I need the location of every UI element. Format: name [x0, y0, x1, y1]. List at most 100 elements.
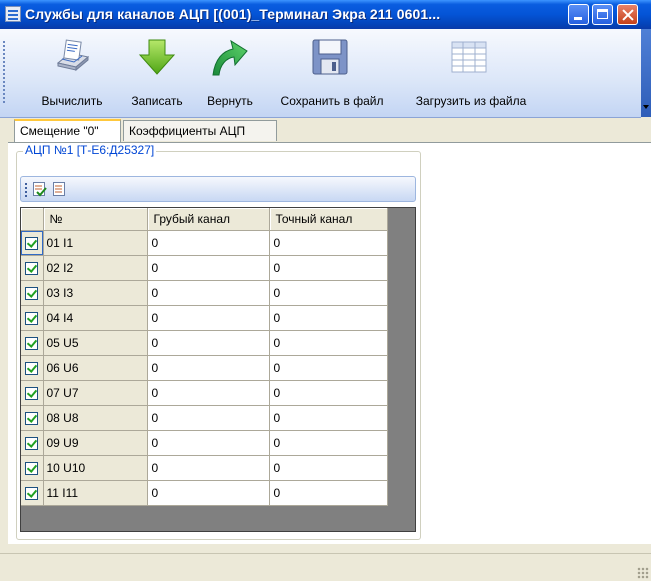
checkbox[interactable]	[25, 487, 39, 501]
channel-name: 02 I2	[43, 255, 148, 281]
table-row[interactable]: 02 I2 0 0	[21, 255, 388, 281]
offset-table: № Грубый канал Точный канал 01 I1 0 0 02	[21, 208, 388, 506]
row-checkbox-cell[interactable]	[21, 455, 44, 481]
coarse-value[interactable]: 0	[147, 305, 270, 331]
table-row[interactable]: 06 U6 0 0	[21, 355, 388, 381]
fine-value[interactable]: 0	[269, 230, 388, 256]
fine-value[interactable]: 0	[269, 280, 388, 306]
tab-adc-coefficients[interactable]: Коэффициенты АЦП	[123, 120, 277, 141]
fine-value[interactable]: 0	[269, 255, 388, 281]
row-checkbox-cell[interactable]	[21, 430, 44, 456]
column-header-check[interactable]	[21, 208, 44, 231]
window-title: Службы для каналов АЦП [(001)_Терминал Э…	[25, 6, 441, 22]
row-checkbox-cell[interactable]	[21, 480, 44, 506]
app-icon[interactable]	[5, 6, 21, 22]
table-row[interactable]: 04 I4 0 0	[21, 305, 388, 331]
checkbox[interactable]	[25, 387, 39, 401]
uncheck-all-icon[interactable]	[52, 182, 66, 197]
save-to-file-label: Сохранить в файл	[280, 94, 384, 108]
table-row[interactable]: 07 U7 0 0	[21, 380, 388, 406]
calculate-label: Вычислить	[41, 94, 103, 108]
maximize-button[interactable]	[592, 4, 613, 25]
checkbox[interactable]	[25, 287, 39, 301]
title-bar: Службы для каналов АЦП [(001)_Терминал Э…	[0, 0, 651, 29]
check-all-icon[interactable]	[33, 182, 47, 197]
table-row[interactable]: 05 U5 0 0	[21, 330, 388, 356]
fine-value[interactable]: 0	[269, 330, 388, 356]
row-checkbox-cell[interactable]	[21, 305, 44, 331]
table-row[interactable]: 03 I3 0 0	[21, 280, 388, 306]
status-bar	[0, 553, 651, 581]
adc-groupbox: АЦП №1 [Т-Е6:Д25327] № Грубый канал Точн…	[16, 143, 421, 540]
coarse-value[interactable]: 0	[147, 405, 270, 431]
checkbox[interactable]	[25, 412, 39, 426]
grid-toolbar-grip[interactable]	[25, 183, 27, 197]
write-label: Записать	[131, 94, 183, 108]
checkbox[interactable]	[25, 337, 39, 351]
channel-name: 03 I3	[43, 280, 148, 306]
table-row[interactable]: 08 U8 0 0	[21, 405, 388, 431]
revert-label: Вернуть	[207, 94, 253, 108]
fine-value[interactable]: 0	[269, 430, 388, 456]
checkbox[interactable]	[25, 262, 39, 276]
toolbar-overflow-button[interactable]	[641, 29, 651, 117]
coarse-value[interactable]: 0	[147, 280, 270, 306]
coarse-value[interactable]: 0	[147, 355, 270, 381]
table-row[interactable]: 11 I11 0 0	[21, 480, 388, 506]
coarse-value[interactable]: 0	[147, 255, 270, 281]
table-row[interactable]: 10 U10 0 0	[21, 455, 388, 481]
grid-toolbar	[20, 176, 416, 202]
channel-name: 06 U6	[43, 355, 148, 381]
fine-value[interactable]: 0	[269, 380, 388, 406]
channel-name: 09 U9	[43, 430, 148, 456]
fine-value[interactable]: 0	[269, 455, 388, 481]
row-checkbox-cell[interactable]	[21, 380, 44, 406]
checkbox[interactable]	[25, 437, 39, 451]
row-checkbox-cell[interactable]	[21, 355, 44, 381]
checkbox[interactable]	[25, 362, 39, 376]
coarse-value[interactable]: 0	[147, 380, 270, 406]
row-checkbox-cell[interactable]	[21, 330, 44, 356]
fine-value[interactable]: 0	[269, 480, 388, 506]
toolbar-grip[interactable]	[3, 41, 5, 105]
row-checkbox-cell[interactable]	[21, 280, 44, 306]
column-header-coarse[interactable]: Грубый канал	[147, 208, 270, 231]
table-header-row: № Грубый канал Точный канал	[21, 208, 388, 231]
fine-value[interactable]: 0	[269, 305, 388, 331]
fine-value[interactable]: 0	[269, 405, 388, 431]
write-button[interactable]: Записать	[121, 29, 193, 117]
close-button[interactable]	[617, 4, 638, 25]
coarse-value[interactable]: 0	[147, 480, 270, 506]
revert-button[interactable]: Вернуть	[197, 29, 263, 117]
offset-data-grid[interactable]: № Грубый канал Точный канал 01 I1 0 0 02	[20, 207, 416, 532]
coarse-value[interactable]: 0	[147, 430, 270, 456]
checkbox[interactable]	[25, 462, 39, 476]
checkbox[interactable]	[25, 312, 39, 326]
checkbox[interactable]	[25, 237, 39, 251]
row-checkbox-cell[interactable]	[21, 405, 44, 431]
column-header-number[interactable]: №	[43, 208, 148, 231]
channel-name: 11 I11	[43, 480, 148, 506]
row-checkbox-cell[interactable]	[21, 230, 44, 256]
channel-name: 05 U5	[43, 330, 148, 356]
coarse-value[interactable]: 0	[147, 455, 270, 481]
calculate-button[interactable]: Вычислить	[26, 29, 118, 117]
coarse-value[interactable]: 0	[147, 230, 270, 256]
write-down-arrow-icon	[138, 39, 176, 75]
groupbox-title: АЦП №1 [Т-Е6:Д25327]	[23, 143, 157, 157]
row-checkbox-cell[interactable]	[21, 255, 44, 281]
channel-name: 10 U10	[43, 455, 148, 481]
table-row[interactable]: 09 U9 0 0	[21, 430, 388, 456]
save-to-file-button[interactable]: Сохранить в файл	[267, 29, 397, 117]
main-toolbar: Вычислить Записать Вернуть Сохранить в ф…	[0, 29, 641, 118]
tab-content: АЦП №1 [Т-Е6:Д25327] № Грубый канал Точн…	[8, 142, 651, 545]
minimize-button[interactable]	[568, 4, 589, 25]
column-header-fine[interactable]: Точный канал	[269, 208, 388, 231]
coarse-value[interactable]: 0	[147, 330, 270, 356]
tab-offset-zero[interactable]: Смещение "0"	[14, 119, 121, 142]
fine-value[interactable]: 0	[269, 355, 388, 381]
channel-name: 01 I1	[43, 230, 148, 256]
resize-grip[interactable]	[637, 567, 649, 579]
table-row[interactable]: 01 I1 0 0	[21, 230, 388, 256]
load-from-file-button[interactable]: Загрузить из файла	[401, 29, 541, 117]
